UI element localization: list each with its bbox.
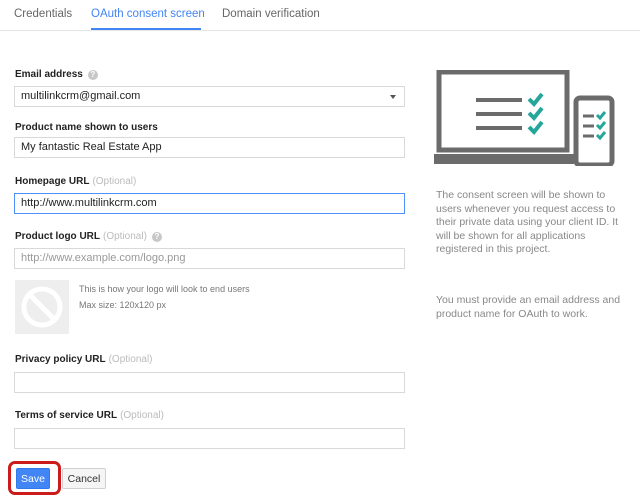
email-address-label: Email address? <box>15 69 98 80</box>
terms-of-service-url-label-text: Terms of service URL <box>15 410 118 421</box>
email-select-value: multilinkcrm@gmail.com <box>21 90 141 102</box>
terms-of-service-url-label: Terms of service URL (Optional) <box>15 410 164 421</box>
tab-bar: Credentials OAuth consent screen Domain … <box>0 0 640 31</box>
logo-preview-note: This is how your logo will look to end u… <box>79 284 250 294</box>
help-icon[interactable]: ? <box>151 232 162 242</box>
active-tab-indicator <box>91 28 201 30</box>
tab-credentials[interactable]: Credentials <box>14 8 72 20</box>
email-select[interactable]: multilinkcrm@gmail.com <box>14 86 405 107</box>
optional-hint: (Optional) <box>120 410 164 421</box>
homepage-url-input[interactable]: http://www.multilinkcrm.com <box>14 193 405 214</box>
product-logo-url-label-text: Product logo URL <box>15 231 100 242</box>
dropdown-arrow-icon[interactable] <box>390 95 396 99</box>
privacy-policy-url-label-text: Privacy policy URL <box>15 354 106 365</box>
optional-hint: (Optional) <box>92 176 137 187</box>
product-logo-url-input[interactable]: http://www.example.com/logo.png <box>14 248 405 269</box>
logo-preview <box>15 280 69 334</box>
oauth-requirement-note: You must provide an email address and pr… <box>436 294 621 320</box>
no-logo-icon <box>21 286 63 328</box>
tab-oauth-consent-screen[interactable]: OAuth consent screen <box>91 8 205 20</box>
consent-illustration <box>434 70 615 166</box>
tab-domain-verification[interactable]: Domain verification <box>222 8 320 20</box>
save-button-highlight <box>8 461 61 495</box>
product-logo-url-label: Product logo URL (Optional)? <box>15 231 162 242</box>
homepage-url-label: Homepage URL (Optional) <box>15 176 136 187</box>
optional-hint: (Optional) <box>108 354 153 365</box>
product-name-label: Product name shown to users <box>15 122 158 133</box>
terms-of-service-url-input[interactable] <box>14 428 405 449</box>
logo-max-size-note: Max size: 120x120 px <box>79 300 167 310</box>
privacy-policy-url-label: Privacy policy URL (Optional) <box>15 354 153 365</box>
product-name-input[interactable]: My fantastic Real Estate App <box>14 137 405 158</box>
laptop-illustration-icon <box>434 70 574 164</box>
optional-hint: (Optional) <box>103 231 147 242</box>
homepage-url-label-text: Homepage URL <box>15 176 90 187</box>
help-icon[interactable]: ? <box>87 70 98 80</box>
email-address-label-text: Email address <box>15 69 83 80</box>
consent-screen-description: The consent screen will be shown to user… <box>436 189 619 255</box>
privacy-policy-url-input[interactable] <box>14 372 405 393</box>
phone-illustration-icon <box>573 95 615 166</box>
cancel-button[interactable]: Cancel <box>62 468 106 489</box>
